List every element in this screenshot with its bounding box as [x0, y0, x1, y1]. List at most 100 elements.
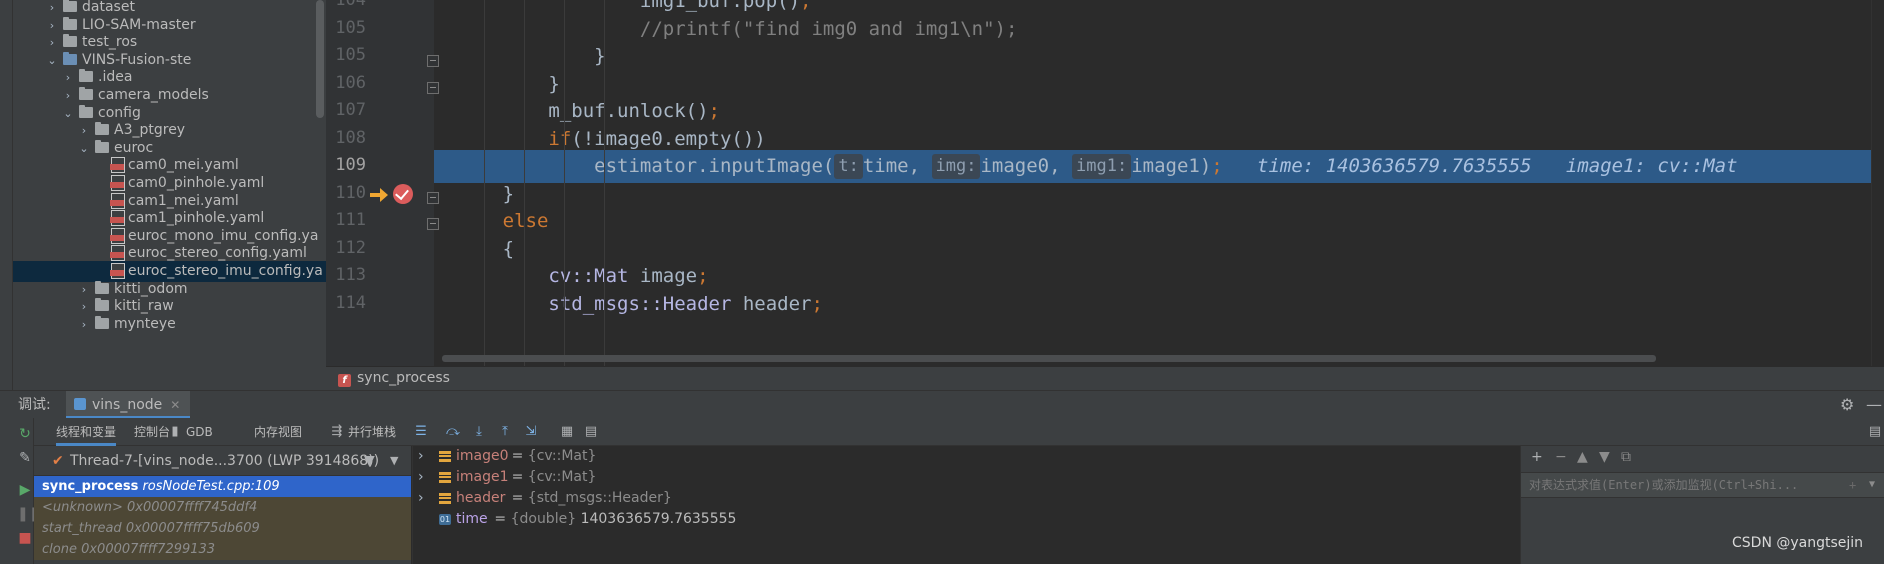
menu-icon[interactable]: ☰: [414, 425, 428, 439]
line-number[interactable]: 106: [326, 73, 366, 93]
editor-error-stripe[interactable]: [1871, 0, 1884, 366]
line-number[interactable]: 105: [326, 18, 366, 38]
tab-parallel-stacks[interactable]: 并行堆栈: [348, 418, 396, 446]
history-dropdown-icon[interactable]: ▼: [1869, 473, 1875, 497]
add-watch-icon[interactable]: +: [1531, 446, 1543, 468]
breadcrumb[interactable]: f sync_process: [326, 366, 1884, 390]
stack-frame[interactable]: clone 0x00007ffff7299133: [34, 539, 411, 560]
tree-item-label: cam0_mei.yaml: [128, 157, 239, 174]
watermark: CSDN @yangtsejin: [1732, 535, 1864, 551]
code-line[interactable]: std_msgs::Header header;: [434, 288, 1884, 321]
frame-function: sync_process: [42, 479, 139, 494]
layout-settings-icon[interactable]: ▤: [1868, 425, 1882, 439]
stack-frame[interactable]: <unknown> 0x00007ffff745ddf4: [34, 497, 411, 518]
variable-row[interactable]: › image1 = {cv::Mat}: [413, 467, 1513, 488]
variable-value: = {cv::Mat}: [511, 448, 597, 464]
tree-item-label: A3_ptgrey: [114, 122, 186, 139]
debug-session-tab[interactable]: vins_node ✕: [66, 391, 191, 419]
tree-scrollbar[interactable]: [316, 0, 324, 118]
variable-row[interactable]: 01 time = {double} 1403636579.7635555: [413, 509, 1513, 530]
chevron-right-icon[interactable]: ›: [418, 446, 424, 467]
copy-icon[interactable]: ⧉: [1621, 446, 1631, 468]
project-tree[interactable]: › dataset › LIO-SAM-master › test_ros ⌄ VINS-Fu…: [0, 0, 326, 390]
breadcrumb-function[interactable]: sync_process: [357, 370, 450, 386]
move-up-icon[interactable]: ▲: [1577, 446, 1588, 468]
tree-item-label: kitti_odom: [114, 280, 188, 297]
line-number[interactable]: 111: [326, 210, 366, 230]
debug-header: 调试: vins_node ✕ ⚙ —: [0, 390, 1884, 419]
line-number[interactable]: 114: [326, 293, 366, 313]
folder-icon: [94, 122, 110, 136]
debug-session-label: vins_node: [92, 397, 163, 413]
rerun-icon[interactable]: ↻: [17, 426, 33, 442]
add-to-watches-icon[interactable]: +: [1849, 473, 1856, 497]
minimize-icon[interactable]: —: [1866, 391, 1882, 419]
debug-side-toolbar: ↻ ✎ ▶ ❚❚ ■: [0, 418, 40, 564]
line-number[interactable]: 105: [326, 45, 366, 65]
evaluate-table-icon[interactable]: ▦: [560, 425, 574, 439]
variable-row[interactable]: › image0 = {cv::Mat}: [413, 446, 1513, 467]
tree-item-label: config: [98, 104, 141, 121]
execution-point-icon: [368, 184, 390, 206]
tab-threads-variables[interactable]: 线程和变量: [56, 418, 117, 446]
step-over-icon[interactable]: ⤼: [446, 425, 460, 439]
tree-item-label: dataset: [82, 0, 135, 15]
editor-horizontal-scrollbar[interactable]: [442, 355, 1656, 362]
line-number[interactable]: 109: [326, 155, 366, 175]
variables-panel[interactable]: › image0 = {cv::Mat}› image1 = {cv::Mat} › hea…: [412, 446, 1520, 564]
editor-gutter[interactable]: 104 105 105 106 107 108 109 110 111 112 113 114: [326, 0, 439, 366]
line-number[interactable]: 104: [326, 0, 366, 10]
run-to-cursor-icon[interactable]: ⇲: [524, 425, 538, 439]
variable-name: image0: [456, 448, 509, 464]
remove-watch-icon[interactable]: −: [1555, 446, 1567, 468]
chevron-right-icon[interactable]: ›: [77, 314, 91, 335]
tree-item-label: euroc: [114, 139, 154, 156]
stack-frame[interactable]: start_thread 0x00007ffff75db609: [34, 518, 411, 539]
gear-icon[interactable]: ⚙: [1840, 391, 1854, 419]
frame-location: 0x00007ffff75db609: [121, 521, 260, 536]
tab-gdb[interactable]: GDB: [186, 418, 213, 446]
code-editor[interactable]: 104 105 105 106 107 108 109 110 111 112 113 114 img…: [326, 0, 1884, 366]
filter-icon[interactable]: ▼: [364, 446, 375, 476]
layout-icon[interactable]: ▤: [584, 425, 598, 439]
chevron-right-icon[interactable]: ›: [418, 467, 424, 488]
tree-item-label: test_ros: [82, 34, 138, 51]
chevron-down-icon[interactable]: ▼: [390, 446, 398, 476]
line-number[interactable]: 112: [326, 238, 366, 258]
step-out-icon[interactable]: ⤒: [498, 425, 512, 439]
wrench-icon[interactable]: ✎: [17, 450, 33, 466]
tree-item-label: euroc_stereo_config.yaml: [128, 245, 307, 262]
thread-selector[interactable]: ✔ Thread-7-[vins_node...3700 (LWP 391486…: [34, 446, 411, 476]
line-number[interactable]: 113: [326, 265, 366, 285]
chevron-right-icon[interactable]: ›: [418, 488, 424, 509]
variable-name: time: [456, 511, 488, 527]
debug-title: 调试:: [18, 397, 51, 413]
breakpoint-icon[interactable]: [393, 184, 413, 204]
frames-list[interactable]: sync_process rosNodeTest.cpp:109 <unknown…: [34, 476, 411, 564]
primitive-field-icon: 01: [439, 514, 451, 525]
line-number[interactable]: 108: [326, 128, 366, 148]
folder-icon: [78, 87, 94, 100]
evaluate-expression-input[interactable]: 对表达式求值(Enter)或添加监视(Ctrl+Shi... + ▼: [1521, 472, 1884, 498]
tree-item-label: cam1_mei.yaml: [128, 192, 239, 209]
code-arg: time,: [862, 155, 921, 177]
object-field-icon: [439, 493, 451, 504]
stop-icon[interactable]: ■: [17, 530, 33, 546]
debug-tabs: 线程和变量 控制台 ▮ GDB 内存视图 ⇶ 并行堆栈 ☰ ⤼ ⤓ ⤒ ⇲ ▦ …: [34, 418, 1884, 446]
variable-row[interactable]: › header = {std_msgs::Header}: [413, 488, 1513, 509]
tree-item-label: cam0_pinhole.yaml: [128, 175, 265, 191]
tab-memory-view[interactable]: 内存视图: [254, 418, 302, 446]
move-down-icon[interactable]: ▼: [1599, 446, 1610, 468]
pause-icon[interactable]: ❚❚: [17, 506, 40, 522]
tree-item[interactable]: › mynteye: [13, 314, 326, 335]
line-number[interactable]: 110: [326, 183, 366, 203]
thread-check-icon: ✔: [52, 453, 64, 469]
resume-icon[interactable]: ▶: [17, 482, 33, 498]
step-into-icon[interactable]: ⤓: [472, 425, 486, 439]
close-icon[interactable]: ✕: [170, 398, 180, 412]
thread-label: Thread-7-[vins_node...3700 (LWP 3914868)…: [70, 453, 380, 469]
function-icon: f: [338, 374, 351, 387]
tab-console[interactable]: 控制台: [134, 418, 170, 446]
line-number[interactable]: 107: [326, 100, 366, 120]
stack-frame[interactable]: sync_process rosNodeTest.cpp:109: [34, 476, 411, 497]
